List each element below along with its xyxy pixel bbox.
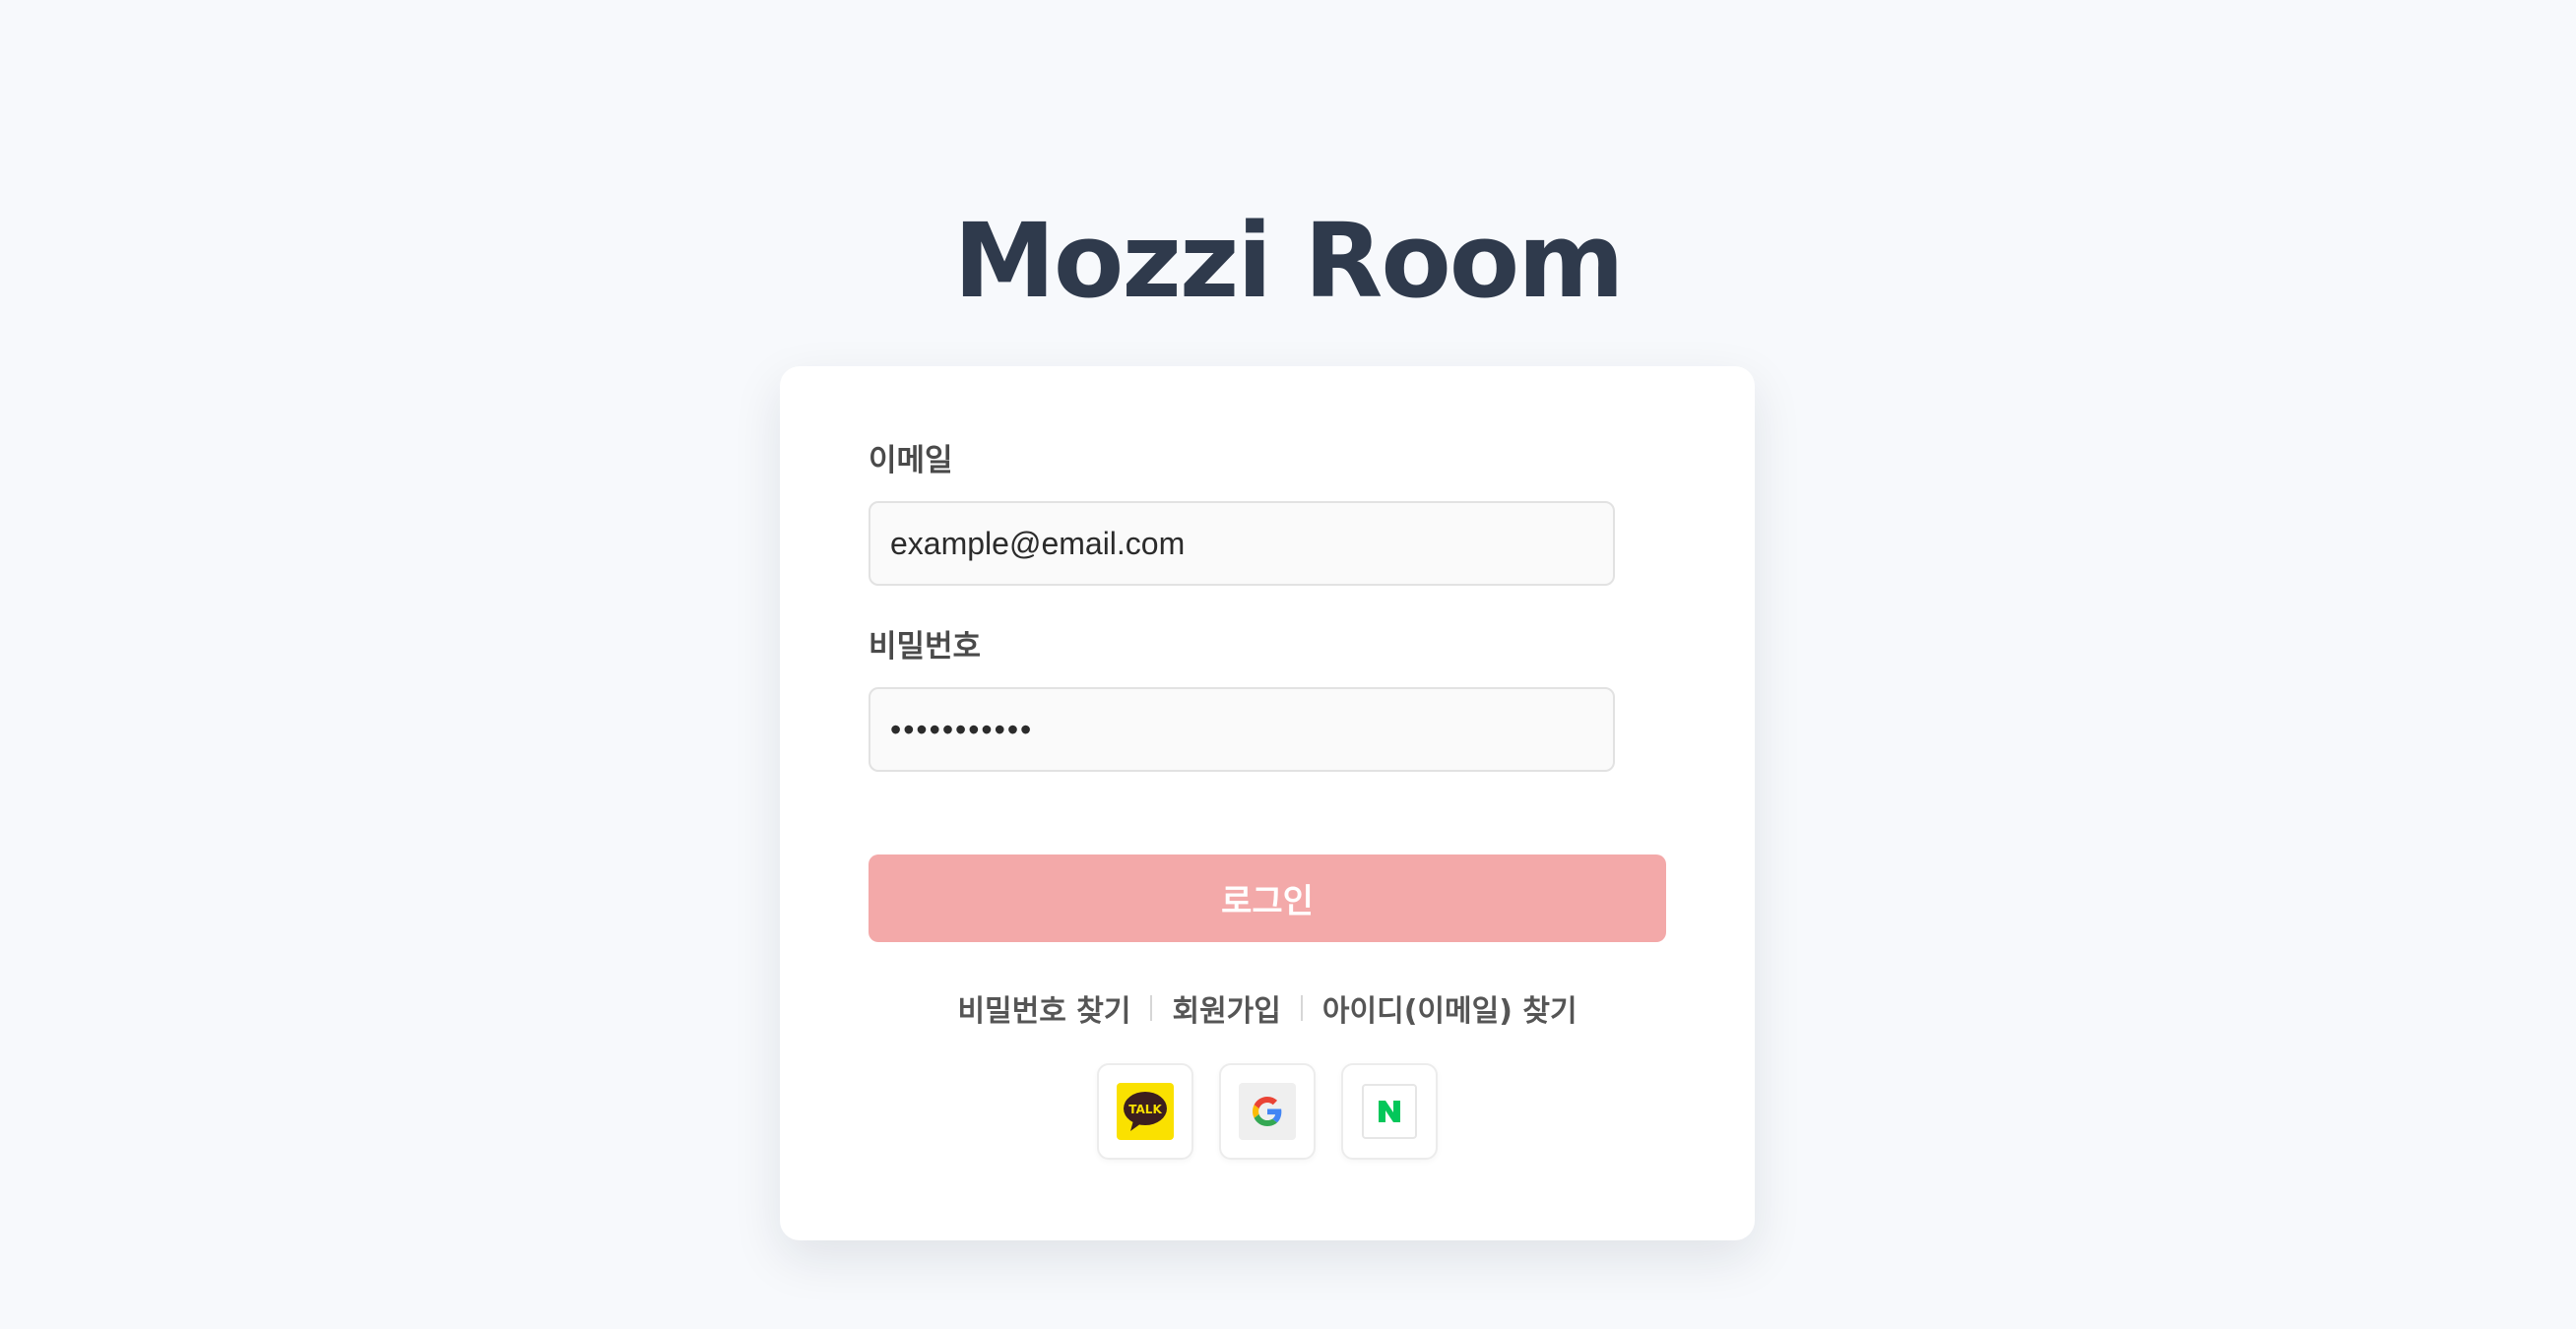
find-id-link[interactable]: 아이디(이메일) 찾기 xyxy=(1322,986,1578,1030)
kakao-speech-bubble-icon: TALK xyxy=(1124,1092,1167,1131)
app-title: Mozzi Room xyxy=(953,201,1624,321)
password-label: 비밀번호 xyxy=(869,629,982,664)
naver-icon xyxy=(1362,1084,1417,1139)
find-password-link[interactable]: 비밀번호 찾기 xyxy=(957,986,1130,1030)
sign-up-link[interactable]: 회원가입 xyxy=(1172,986,1280,1030)
kakao-login-button[interactable]: TALK xyxy=(1097,1063,1193,1160)
login-page: Mozzi Room 이메일 비밀번호 로그인 비밀번호 찾기 회원가입 아이디… xyxy=(0,0,2576,1329)
google-login-button[interactable] xyxy=(1219,1063,1316,1160)
email-label: 이메일 xyxy=(869,443,953,478)
kakao-talk-icon: TALK xyxy=(1117,1083,1174,1140)
login-button[interactable]: 로그인 xyxy=(869,854,1666,942)
kakao-icon-text: TALK xyxy=(1128,1103,1162,1116)
social-login-buttons: TALK xyxy=(780,1063,1755,1160)
naver-login-button[interactable] xyxy=(1341,1063,1438,1160)
google-icon xyxy=(1239,1083,1296,1140)
link-divider xyxy=(1300,995,1303,1021)
account-links: 비밀번호 찾기 회원가입 아이디(이메일) 찾기 xyxy=(780,986,1755,1030)
password-field[interactable] xyxy=(869,687,1615,772)
link-divider xyxy=(1150,995,1153,1021)
naver-n-icon xyxy=(1379,1101,1400,1122)
google-g-icon xyxy=(1253,1097,1282,1126)
email-field[interactable] xyxy=(869,501,1615,586)
login-card: 이메일 비밀번호 로그인 비밀번호 찾기 회원가입 아이디(이메일) 찾기 TA… xyxy=(780,366,1755,1240)
